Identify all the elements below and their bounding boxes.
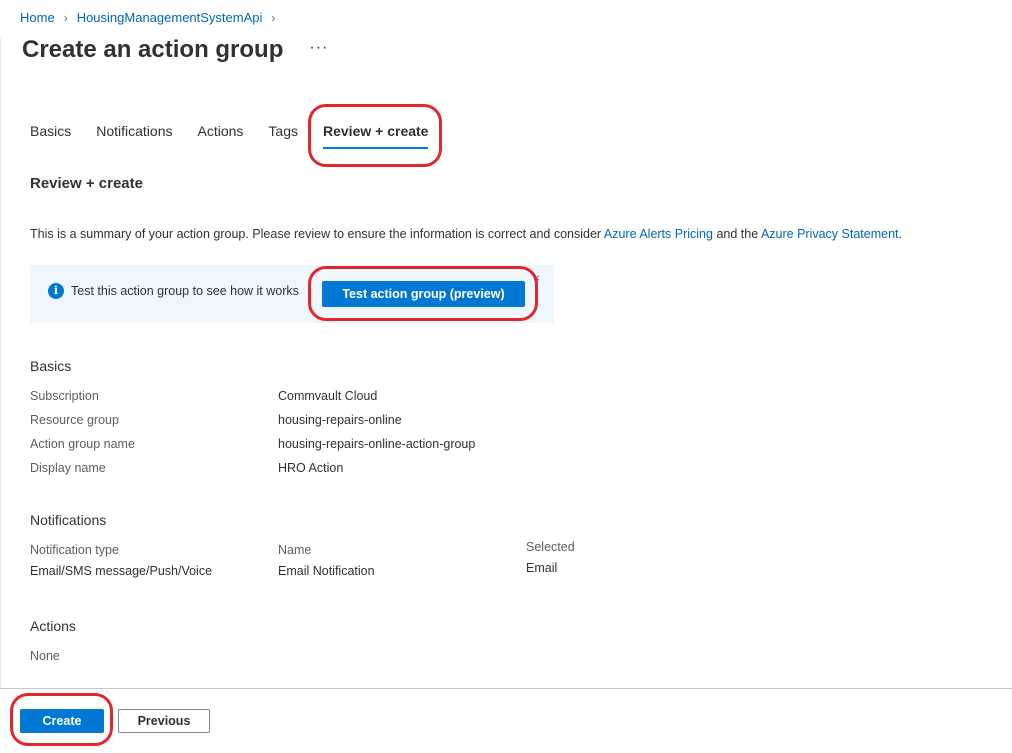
subscription-value: Commvault Cloud xyxy=(278,389,378,403)
notification-type-header: Notification type xyxy=(30,543,119,557)
summary-prefix: This is a summary of your action group. … xyxy=(30,227,604,241)
info-icon: i xyxy=(48,283,64,299)
tab-basics[interactable]: Basics xyxy=(30,123,71,149)
breadcrumb: Home › HousingManagementSystemApi › xyxy=(20,10,284,25)
title-row: Create an action group ··· xyxy=(22,36,328,64)
create-action-group-page: Home › HousingManagementSystemApi › Crea… xyxy=(0,0,1012,753)
test-action-group-button[interactable]: Test action group (preview) xyxy=(322,281,525,307)
previous-button[interactable]: Previous xyxy=(118,709,210,733)
chevron-right-icon: › xyxy=(271,10,276,25)
azure-privacy-statement-link[interactable]: Azure Privacy Statement xyxy=(761,227,899,241)
tab-actions[interactable]: Actions xyxy=(198,123,244,149)
review-create-heading: Review + create xyxy=(30,175,143,192)
action-group-name-value: housing-repairs-online-action-group xyxy=(278,437,476,451)
notification-type-value: Email/SMS message/Push/Voice xyxy=(30,564,213,578)
actions-value: None xyxy=(30,649,60,663)
breadcrumb-home-link[interactable]: Home xyxy=(20,10,55,25)
resource-group-label: Resource group xyxy=(30,413,119,427)
close-icon[interactable]: × xyxy=(533,271,540,285)
notification-selected-header: Selected xyxy=(526,540,575,554)
resource-group-value: housing-repairs-online xyxy=(278,413,402,427)
actions-heading: Actions xyxy=(30,618,76,634)
tab-review-create[interactable]: Review + create xyxy=(323,123,429,149)
notification-name-value: Email Notification xyxy=(278,564,375,578)
more-options-icon[interactable]: ··· xyxy=(309,39,328,57)
display-name-label: Display name xyxy=(30,461,106,475)
info-bar-text: Test this action group to see how it wor… xyxy=(71,284,299,298)
tab-tags[interactable]: Tags xyxy=(268,123,298,149)
chevron-right-icon: › xyxy=(63,10,68,25)
breadcrumb-resource-link[interactable]: HousingManagementSystemApi xyxy=(77,10,263,25)
notification-name-header: Name xyxy=(278,543,312,557)
notifications-heading: Notifications xyxy=(30,512,107,528)
page-title: Create an action group xyxy=(22,36,284,63)
create-button[interactable]: Create xyxy=(20,709,104,733)
notification-selected-value: Email xyxy=(526,561,558,575)
footer-divider xyxy=(0,688,1012,689)
summary-suffix: . xyxy=(898,227,902,241)
tab-notifications[interactable]: Notifications xyxy=(96,123,172,149)
basics-heading: Basics xyxy=(30,358,72,374)
wizard-tabs: Basics Notifications Actions Tags Review… xyxy=(30,123,453,149)
azure-alerts-pricing-link[interactable]: Azure Alerts Pricing xyxy=(604,227,713,241)
action-group-name-label: Action group name xyxy=(30,437,135,451)
summary-middle: and the xyxy=(712,227,761,241)
display-name-value: HRO Action xyxy=(278,461,344,475)
subscription-label: Subscription xyxy=(30,389,99,403)
test-info-bar: i Test this action group to see how it w… xyxy=(30,265,554,323)
left-divider xyxy=(0,38,1,688)
summary-text: This is a summary of your action group. … xyxy=(30,227,902,241)
